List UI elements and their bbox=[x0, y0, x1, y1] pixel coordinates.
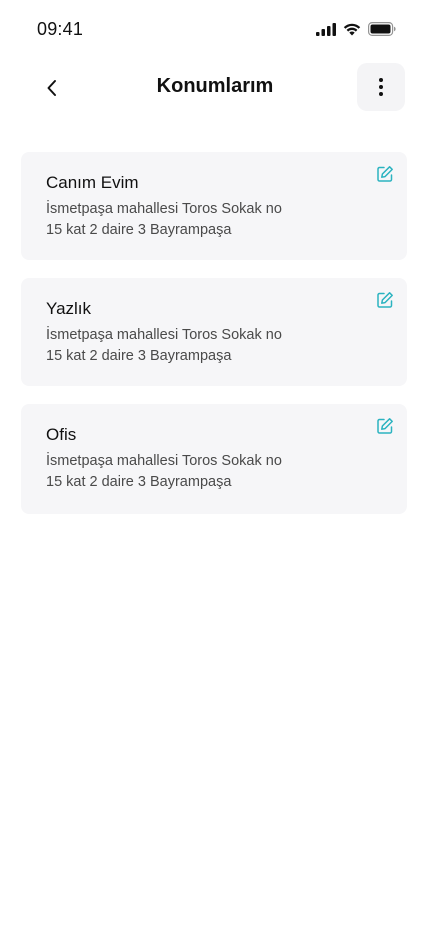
header: Konumlarım bbox=[0, 62, 430, 112]
edit-icon[interactable] bbox=[376, 291, 394, 309]
status-icons bbox=[316, 20, 396, 38]
edit-icon[interactable] bbox=[376, 417, 394, 435]
address-line-1: İsmetpaşa mahallesi Toros Sokak no bbox=[46, 327, 282, 343]
address-card[interactable]: Ofis İsmetpaşa mahallesi Toros Sokak no … bbox=[21, 404, 407, 514]
status-time: 09:41 bbox=[37, 19, 84, 39]
address-line-2: 15 kat 2 daire 3 Bayrampaşa bbox=[46, 348, 232, 364]
address-card[interactable]: Canım Evim İsmetpaşa mahallesi Toros Sok… bbox=[21, 152, 407, 260]
battery-icon bbox=[368, 22, 396, 36]
wifi-icon bbox=[343, 23, 361, 36]
cellular-signal-icon bbox=[316, 22, 336, 36]
status-bar: 09:41 bbox=[0, 0, 430, 60]
address-line-1: İsmetpaşa mahallesi Toros Sokak no bbox=[46, 201, 282, 217]
address-name: Yazlık bbox=[46, 299, 92, 318]
address-line-2: 15 kat 2 daire 3 Bayrampaşa bbox=[46, 222, 232, 238]
address-name: Ofis bbox=[46, 425, 77, 444]
edit-icon[interactable] bbox=[376, 165, 394, 183]
vertical-dots-icon bbox=[379, 78, 383, 96]
address-line-1: İsmetpaşa mahallesi Toros Sokak no bbox=[46, 453, 282, 469]
address-line-2: 15 kat 2 daire 3 Bayrampaşa bbox=[46, 474, 232, 490]
address-name: Canım Evim bbox=[46, 173, 139, 192]
more-options-button[interactable] bbox=[357, 63, 405, 111]
address-card[interactable]: Yazlık İsmetpaşa mahallesi Toros Sokak n… bbox=[21, 278, 407, 386]
address-list: Canım Evim İsmetpaşa mahallesi Toros Sok… bbox=[21, 152, 407, 532]
